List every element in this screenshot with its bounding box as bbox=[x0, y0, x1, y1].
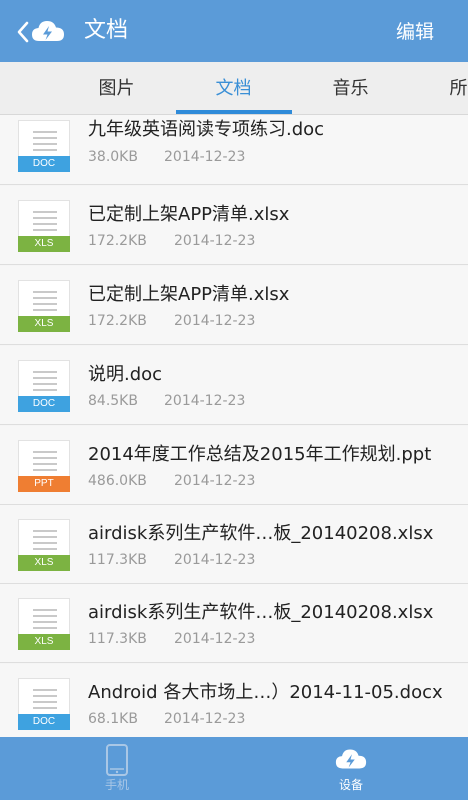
file-type-badge: XLS bbox=[18, 236, 70, 252]
tab-images[interactable]: 图片 bbox=[58, 62, 175, 114]
file-meta: 117.3KB 2014-12-23 bbox=[88, 629, 255, 649]
nav-device[interactable]: 设备 bbox=[234, 737, 468, 800]
file-name: 九年级英语阅读专项练习.doc bbox=[88, 119, 325, 140]
file-date: 2014-12-23 bbox=[164, 711, 246, 727]
file-size: 68.1KB bbox=[88, 711, 138, 727]
list-item[interactable]: PPT 2014年度工作总结及2015年工作规划.ppt 486.0KB 2014… bbox=[0, 426, 468, 505]
file-meta: 68.1KB 2014-12-23 bbox=[88, 709, 245, 729]
file-type-badge: XLS bbox=[18, 316, 70, 332]
file-size: 38.0KB bbox=[88, 149, 138, 165]
doc-file-icon: DOC bbox=[18, 360, 70, 412]
file-date: 2014-12-23 bbox=[174, 631, 256, 647]
tab-music[interactable]: 音乐 bbox=[292, 62, 409, 114]
nav-device-label: 设备 bbox=[338, 778, 363, 792]
file-meta: 172.2KB 2014-12-23 bbox=[88, 231, 255, 251]
file-size: 486.0KB bbox=[88, 473, 147, 489]
file-size: 172.2KB bbox=[88, 233, 147, 249]
cloud-icon bbox=[32, 21, 64, 41]
tab-video[interactable]: 频 bbox=[0, 62, 35, 114]
bottom-nav: 手机 设备 bbox=[0, 737, 468, 800]
file-type-badge: DOC bbox=[18, 156, 70, 172]
file-name: 已定制上架APP清单.xlsx bbox=[88, 204, 290, 225]
phone-icon bbox=[106, 744, 128, 776]
doc-file-icon: DOC bbox=[18, 120, 70, 172]
doc-file-icon: DOC bbox=[18, 678, 70, 730]
file-meta: 172.2KB 2014-12-23 bbox=[88, 311, 255, 331]
file-size: 172.2KB bbox=[88, 313, 147, 329]
xls-file-icon: XLS bbox=[18, 280, 70, 332]
xls-file-icon: XLS bbox=[18, 598, 70, 650]
file-name: Android 各大市场上…）2014-11-05.docx bbox=[88, 682, 443, 703]
ppt-file-icon: PPT bbox=[18, 440, 70, 492]
file-meta: 84.5KB 2014-12-23 bbox=[88, 391, 245, 411]
nav-phone[interactable]: 手机 bbox=[0, 737, 234, 800]
file-type-badge: XLS bbox=[18, 634, 70, 650]
file-size: 117.3KB bbox=[88, 631, 147, 647]
nav-phone-label: 手机 bbox=[104, 778, 129, 792]
file-type-badge: PPT bbox=[18, 476, 70, 492]
xls-file-icon: XLS bbox=[18, 200, 70, 252]
edit-button[interactable]: 编辑 bbox=[396, 18, 434, 46]
page-title: 文档 bbox=[84, 18, 129, 43]
file-type-badge: DOC bbox=[18, 714, 70, 730]
list-item[interactable]: XLS 已定制上架APP清单.xlsx 172.2KB 2014-12-23 bbox=[0, 186, 468, 265]
file-size: 84.5KB bbox=[88, 393, 138, 409]
file-date: 2014-12-23 bbox=[174, 552, 256, 568]
file-name: 说明.doc bbox=[88, 364, 163, 385]
file-date: 2014-12-23 bbox=[174, 233, 256, 249]
file-name: 2014年度工作总结及2015年工作规划.ppt bbox=[88, 444, 432, 465]
list-item[interactable]: XLS airdisk系列生产软件…板_20140208.xlsx 117.3K… bbox=[0, 505, 468, 584]
active-tab-indicator bbox=[176, 110, 292, 114]
category-tabs: 频 图片 文档 音乐 所 bbox=[0, 62, 468, 115]
file-type-badge: XLS bbox=[18, 555, 70, 571]
file-date: 2014-12-23 bbox=[164, 393, 246, 409]
file-meta: 486.0KB 2014-12-23 bbox=[88, 471, 255, 491]
cloud-device-icon bbox=[335, 749, 367, 769]
file-list: DOC 九年级英语阅读专项练习.doc 38.0KB 2014-12-23 XLS… bbox=[0, 115, 468, 737]
file-size: 117.3KB bbox=[88, 552, 147, 568]
file-meta: 38.0KB 2014-12-23 bbox=[88, 147, 245, 167]
list-item[interactable]: DOC 九年级英语阅读专项练习.doc 38.0KB 2014-12-23 bbox=[0, 115, 468, 185]
list-item[interactable]: XLS airdisk系列生产软件…板_20140208.xlsx 117.3K… bbox=[0, 584, 468, 663]
file-name: airdisk系列生产软件…板_20140208.xlsx bbox=[88, 523, 434, 544]
xls-file-icon: XLS bbox=[18, 519, 70, 571]
file-date: 2014-12-23 bbox=[174, 473, 256, 489]
file-meta: 117.3KB 2014-12-23 bbox=[88, 550, 255, 570]
tab-documents[interactable]: 文档 bbox=[175, 62, 292, 114]
file-name: airdisk系列生产软件…板_20140208.xlsx bbox=[88, 602, 434, 623]
list-item[interactable]: DOC Android 各大市场上…）2014-11-05.docx 68.1K… bbox=[0, 664, 468, 737]
top-bar: 文档 编辑 bbox=[0, 0, 468, 62]
list-item[interactable]: DOC 说明.doc 84.5KB 2014-12-23 bbox=[0, 346, 468, 425]
list-item[interactable]: XLS 已定制上架APP清单.xlsx 172.2KB 2014-12-23 bbox=[0, 266, 468, 345]
file-date: 2014-12-23 bbox=[174, 313, 256, 329]
file-name: 已定制上架APP清单.xlsx bbox=[88, 284, 290, 305]
file-date: 2014-12-23 bbox=[164, 149, 246, 165]
file-type-badge: DOC bbox=[18, 396, 70, 412]
tab-all[interactable]: 所 bbox=[400, 62, 468, 114]
